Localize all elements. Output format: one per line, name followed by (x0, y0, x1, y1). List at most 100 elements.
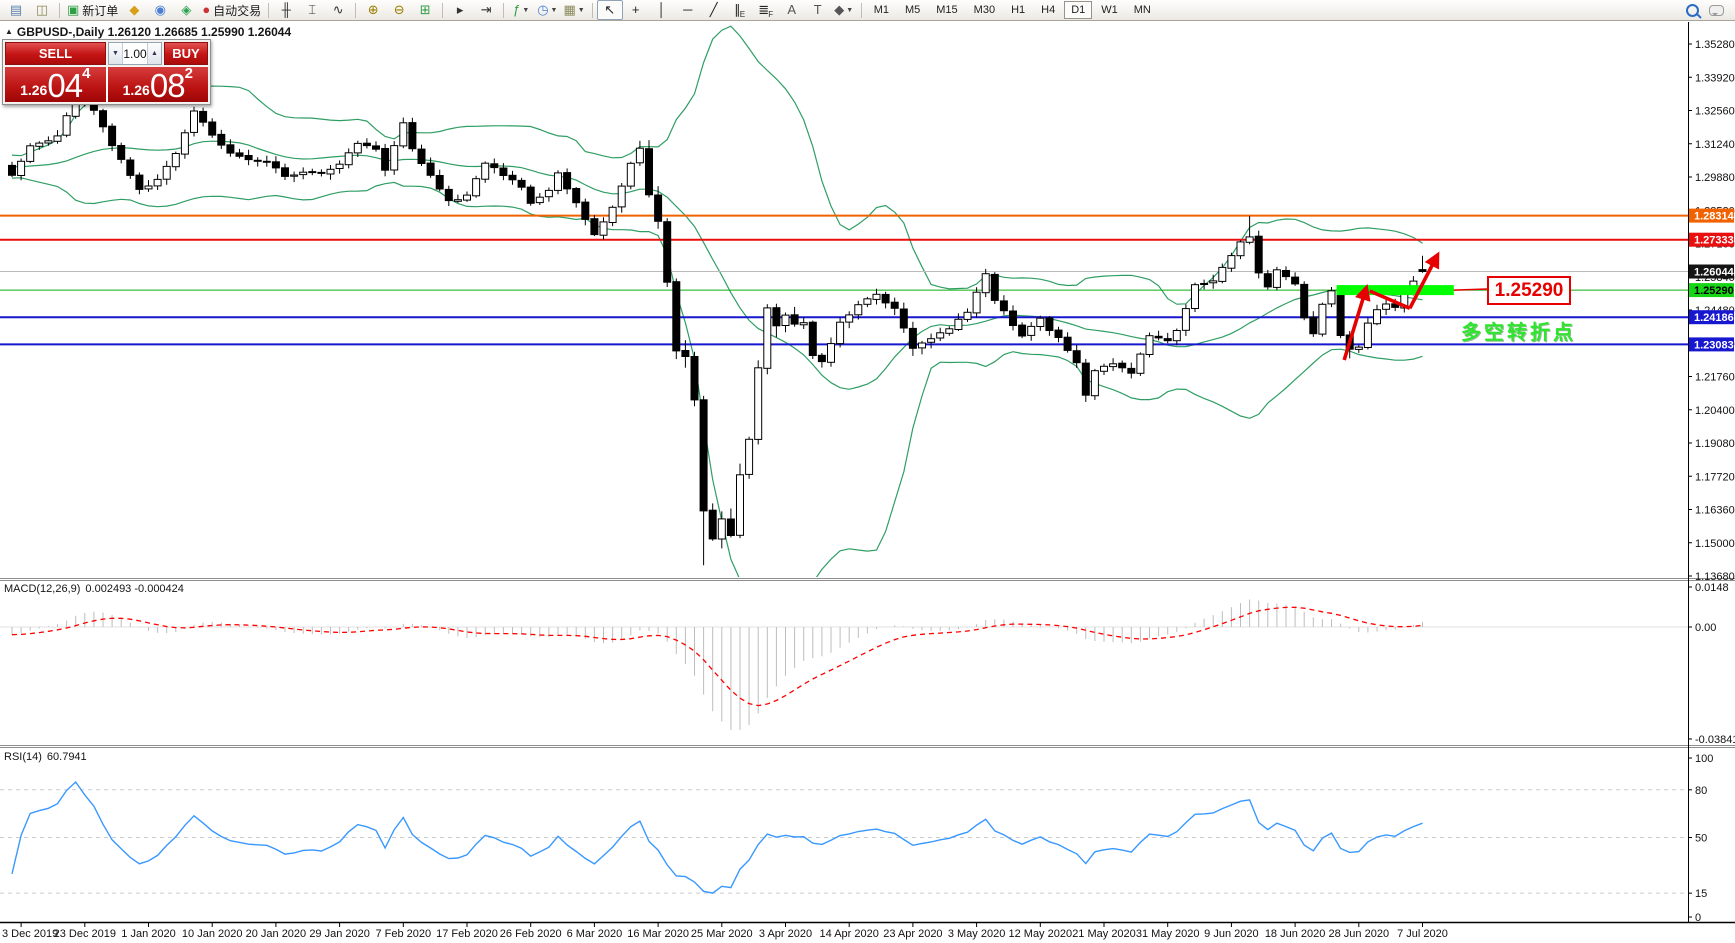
timeframe-w1-button[interactable]: W1 (1094, 1, 1125, 19)
timeframe-h4-button[interactable]: H4 (1034, 1, 1062, 19)
periods-button[interactable]: ◷▼ (534, 0, 560, 20)
zoom-in-button[interactable]: ⊕ (360, 0, 386, 20)
candle-body (1082, 363, 1089, 395)
macd-values: 0.002493 -0.000424 (85, 583, 183, 595)
candle-body (1364, 323, 1371, 347)
new-chart-button[interactable]: ▤ (3, 0, 29, 20)
chart-styles-button[interactable]: ◆ (121, 0, 147, 20)
candle-body (400, 123, 407, 146)
periods-dropdown-icon[interactable]: ▼ (551, 7, 558, 14)
highlight-band[interactable] (1337, 285, 1454, 295)
templates-button[interactable]: ▦▼ (560, 0, 587, 20)
line-chart-mode-button[interactable]: ∿ (325, 0, 351, 20)
bar-chart-mode-button[interactable]: ╫ (273, 0, 299, 20)
volume-input[interactable]: 1.00 (123, 43, 147, 64)
text-tool-button[interactable]: A (779, 0, 805, 20)
candle-body (1374, 310, 1381, 324)
candle-body (709, 510, 716, 539)
timeframe-m1-button[interactable]: M1 (867, 1, 896, 19)
crosshair-button[interactable]: + (623, 0, 649, 20)
candlestick-mode-button[interactable]: ⌶ (299, 0, 325, 20)
toolbar-separator (355, 3, 356, 18)
sell-button[interactable]: SELL (5, 42, 106, 65)
candle-body (700, 400, 707, 511)
chart-ohlc-values: 1.26120 1.26685 1.25990 1.26044 (108, 25, 292, 39)
candle-body (882, 294, 889, 303)
search-icon[interactable] (1686, 4, 1699, 17)
bollinger-upper-band (12, 26, 1423, 304)
candle-body (664, 222, 671, 283)
arrows-tool-button[interactable]: ◆▼ (831, 0, 857, 20)
pane-chrome (0, 22, 1735, 923)
equidistant-channel-tool-button[interactable]: ∥E (727, 0, 753, 20)
sell-price[interactable]: 1.26044 (5, 67, 106, 102)
toolbar-group: ▸⇥ (447, 0, 499, 20)
timeframe-m5-button[interactable]: M5 (898, 1, 927, 19)
fibonacci-tool-button[interactable]: ≣F (753, 0, 779, 20)
date-label: 7 Jul 2020 (1397, 928, 1448, 940)
volume-increase-button[interactable]: ▲ (147, 43, 161, 64)
timeframe-h1-button[interactable]: H1 (1004, 1, 1032, 19)
vertical-line-tool-button[interactable]: │ (649, 0, 675, 20)
signals-button[interactable]: ◈ (173, 0, 199, 20)
candle-body (1328, 291, 1335, 304)
fibonacci-tool-sub-label: F (768, 10, 773, 19)
accounts-button[interactable]: ◉ (147, 0, 173, 20)
chart-styles-icon: ◆ (129, 2, 139, 18)
candle-body (200, 111, 207, 122)
candle-body (982, 274, 989, 293)
text-label-tool-button[interactable]: T (805, 0, 831, 20)
buy-price[interactable]: 1.26082 (108, 67, 209, 102)
candle-body (127, 160, 134, 175)
templates-dropdown-icon[interactable]: ▼ (578, 7, 585, 14)
timeframe-d1-button[interactable]: D1 (1064, 1, 1092, 19)
one-click-collapse-icon[interactable]: ▲ (5, 27, 13, 36)
bollinger-middle-band (12, 141, 1423, 389)
candle-body (609, 207, 616, 222)
timeframe-m30-button[interactable]: M30 (967, 1, 1002, 19)
candle-body (1301, 284, 1308, 317)
mt4-gbpusd-window: { "toolbar": { "groups": [ {"items": [ {… (0, 0, 1735, 943)
turning-point-annotation[interactable]: 多空转折点 (1461, 316, 1576, 345)
indicators-dropdown-icon[interactable]: ▼ (522, 7, 529, 14)
toolbar-group: ▣新订单 ◆ ◉◈●自动交易 (64, 0, 264, 20)
cursor-icon: ↖ (604, 2, 615, 18)
timeframe-m15-button[interactable]: M15 (929, 1, 964, 19)
candle-body (1201, 284, 1208, 285)
trendline-tool-button[interactable]: ╱ (701, 0, 727, 20)
candle-body (309, 172, 316, 173)
indicators-button[interactable]: ƒ▼ (508, 0, 534, 20)
chart-shift-button[interactable]: ⇥ (473, 0, 499, 20)
candle-body (1310, 317, 1317, 334)
candle-body (300, 172, 307, 174)
auto-trading-button[interactable]: ●自动交易 (199, 0, 264, 20)
chart-profiles-button[interactable]: ◫ (29, 0, 55, 20)
bollinger-bands (12, 26, 1423, 596)
candle-body (227, 145, 234, 153)
candle-body (373, 146, 380, 149)
tile-windows-button[interactable]: ⊞ (412, 0, 438, 20)
chat-icon[interactable] (1709, 5, 1724, 16)
cursor-button[interactable]: ↖ (597, 0, 623, 20)
candle-body (591, 219, 598, 235)
auto-scroll-button[interactable]: ▸ (447, 0, 473, 20)
timeframe-mn-button[interactable]: MN (1127, 1, 1158, 19)
arrows-tool-dropdown-icon[interactable]: ▼ (846, 7, 853, 14)
new-order-button[interactable]: ▣新订单 (64, 0, 121, 20)
candle-body (282, 168, 289, 177)
price-annotation-box[interactable]: 1.25290 (1487, 276, 1571, 305)
date-label: 3 Apr 2020 (759, 928, 812, 940)
candle-body (545, 190, 552, 196)
candle-body (718, 519, 725, 539)
candle-body (272, 162, 279, 168)
volume-decrease-button[interactable]: ▼ (109, 43, 123, 64)
candle-body (727, 519, 734, 536)
horizontal-line-tool-button[interactable]: ─ (675, 0, 701, 20)
candle-body (1037, 318, 1044, 326)
buy-button[interactable]: BUY (164, 42, 208, 65)
date-label: 3 Dec 2019 (2, 928, 58, 940)
auto-trading-label: 自动交易 (213, 2, 261, 19)
periods-icon: ◷ (537, 2, 548, 18)
toolbar-separator (861, 3, 862, 18)
zoom-out-button[interactable]: ⊖ (386, 0, 412, 20)
